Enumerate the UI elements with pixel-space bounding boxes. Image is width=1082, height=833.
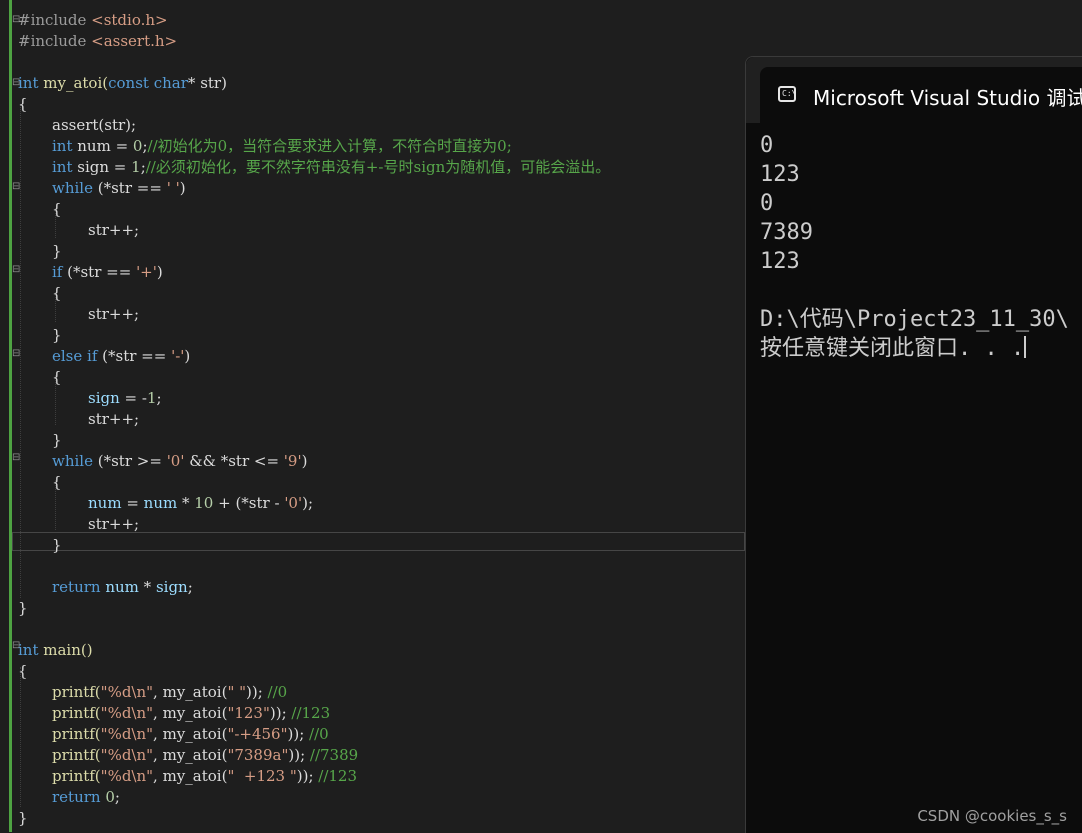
console-line: D:\代码\Project23_11_30\ [760,307,1069,332]
text-cursor [1024,336,1027,358]
code-line: } [52,326,62,344]
code-line: int main() [18,641,93,659]
code-line: { [52,200,62,218]
code-line: while (*str == ' ') [52,179,186,197]
code-line: #include <assert.h> [18,32,178,50]
code-line: } [18,809,28,827]
code-line: { [18,95,28,113]
watermark: CSDN @cookies_s_s [917,807,1067,825]
code-line: return num * sign; [52,578,193,596]
code-line: return 0; [52,788,120,806]
code-line: } [52,431,62,449]
code-line: str++; [88,515,140,533]
console-line: 123 [760,162,800,187]
code-line: if (*str == '+') [52,263,163,281]
indent-guide [20,667,22,807]
code-line: int num = 0;//初始化为0，当符合要求进入计算，不符合时直接为0; [52,137,512,155]
console-prompt: 按任意键关闭此窗口. . . [760,336,1025,361]
code-line: { [52,284,62,302]
console-tab[interactable]: C:\ Microsoft Visual Studio 调试控制台 [760,67,1082,123]
console-line: 123 [760,249,800,274]
code-line: } [52,536,62,554]
console-line: 7389 [760,220,813,245]
code-line: else if (*str == '-') [52,347,191,365]
code-line: num = num * 10 + (*str - '0'); [88,494,314,512]
code-line: { [18,662,28,680]
code-line: } [18,599,28,617]
code-line: assert(str); [52,116,137,134]
debug-console-window[interactable]: C:\ Microsoft Visual Studio 调试控制台 0 123 … [745,56,1082,833]
console-titlebar[interactable]: C:\ Microsoft Visual Studio 调试控制台 [746,57,1082,123]
code-line: printf("%d\n", my_atoi(" ")); //0 [52,683,288,701]
console-line: 0 [760,133,774,158]
code-line: } [52,242,62,260]
code-line: printf("%d\n", my_atoi(" +123 ")); //123 [52,767,358,785]
code-line: { [52,368,62,386]
code-line: #include <stdio.h> [18,11,168,29]
change-indicator-bar [9,0,12,832]
code-line: int sign = 1;//必须初始化，要不然字符串没有+-号时sign为随机… [52,158,611,176]
console-line: 按任意键关闭此窗口. . . [760,334,1069,363]
cmd-icon: C:\ [778,86,796,102]
code-line: str++; [88,410,140,428]
console-line: 0 [760,191,774,216]
code-line: printf("%d\n", my_atoi("123")); //123 [52,704,331,722]
code-line: sign = -1; [88,389,162,407]
code-line: int my_atoi(const char* str) [18,74,227,92]
code-line: str++; [88,305,140,323]
console-output[interactable]: 0 123 0 7389 123 D:\代码\Project23_11_30\ … [760,131,1069,363]
console-title: Microsoft Visual Studio 调试控制台 [813,86,1082,110]
code-line: printf("%d\n", my_atoi("-+456")); //0 [52,725,329,743]
code-line: str++; [88,221,140,239]
code-line: while (*str >= '0' && *str <= '9') [52,452,308,470]
code-line: { [52,473,62,491]
indent-guide [20,104,22,598]
code-line: printf("%d\n", my_atoi("7389a")); //7389 [52,746,359,764]
